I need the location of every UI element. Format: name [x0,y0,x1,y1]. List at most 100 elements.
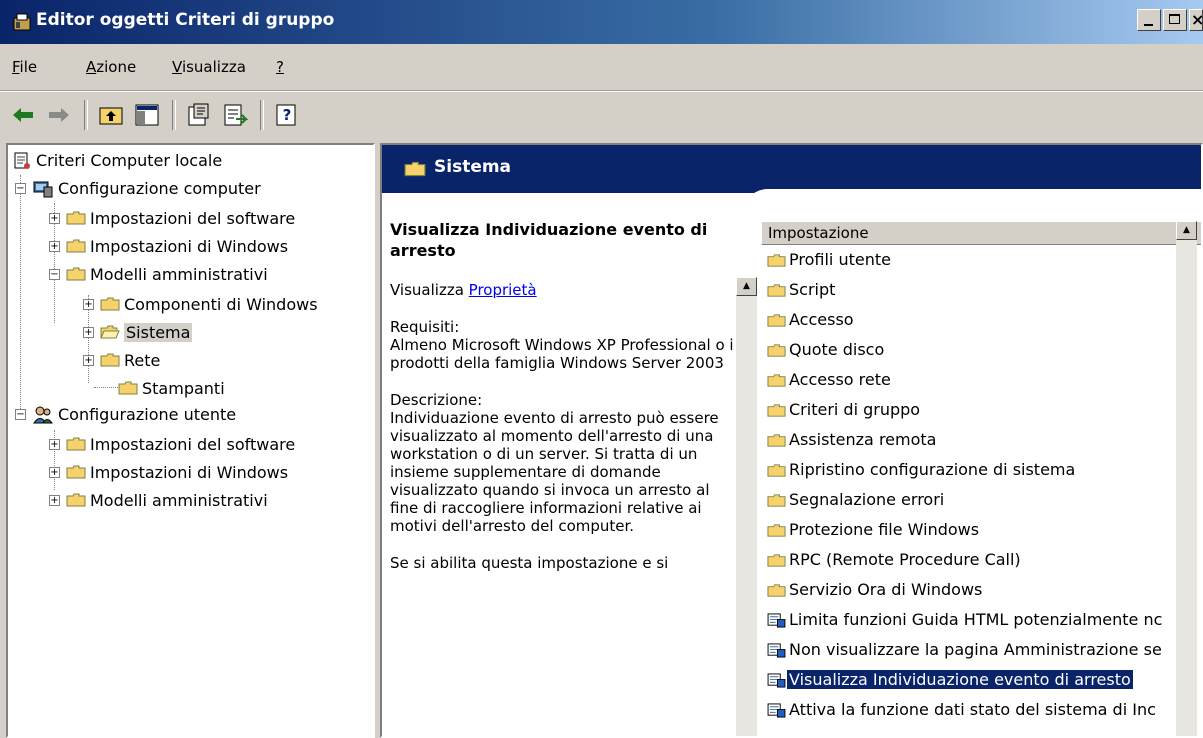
menu-help[interactable]: ? [276,58,284,76]
list-item-label: Protezione file Windows [789,520,980,539]
menu-visualizza[interactable]: Visualizza [172,58,246,76]
svg-text:?: ? [283,106,292,124]
show-hide-tree-icon[interactable] [134,102,160,128]
folder-icon [66,211,86,225]
policy-setting-icon [767,703,786,718]
list-scrollbar[interactable]: ▲ [1176,221,1197,736]
menu-file[interactable]: File [12,58,37,76]
list-item-label: Servizio Ora di Windows [789,580,983,599]
folder-icon [100,353,120,367]
expand-icon[interactable]: + [49,241,60,252]
list-item-label: Accesso rete [789,370,891,389]
folder-icon [66,465,86,479]
list-item-label: Script [789,280,836,299]
expand-icon[interactable]: + [49,439,60,450]
up-folder-icon[interactable] [98,102,124,128]
tree-c-system-label: Sistema [124,323,193,342]
requirements-label: Requisiti: [390,318,460,336]
description-title: Visualizza Individuazione evento di arre… [390,220,708,260]
folder-icon [767,494,786,507]
list-item-label: Ripristino configurazione di sistema [789,460,1076,479]
help-icon[interactable]: ? [274,102,300,128]
extended-description: Visualizza Individuazione evento di arre… [390,219,735,591]
computer-icon [33,181,53,198]
folder-icon [767,554,786,567]
details-header: Sistema [382,145,1201,193]
minimize-button[interactable] [1137,9,1161,31]
forward-arrow-icon[interactable] [46,102,72,128]
tree-c-windows-label: Impostazioni di Windows [90,237,289,256]
expand-icon[interactable]: + [49,213,60,224]
description-text: Individuazione evento di arresto può ess… [390,409,719,535]
minimize-icon [1144,24,1153,26]
tree-user-label: Configurazione utente [58,405,237,424]
expand-icon[interactable]: + [83,355,94,366]
collapse-icon[interactable]: − [15,183,26,194]
list-item-label: Quote disco [789,340,885,359]
folder-icon [767,434,786,447]
description-more-text: Se si abilita questa impostazione e si [390,554,669,572]
list-item-label: Assistenza remota [789,430,937,449]
folder-icon [404,161,426,177]
close-button[interactable]: × [1189,9,1203,31]
folder-icon [767,584,786,597]
show-text: Visualizza [390,281,469,299]
details-pane: Sistema Visualizza Individuazione evento… [380,143,1203,738]
list-item-label: Visualizza Individuazione evento di arre… [787,670,1133,689]
requirements-text: Almeno Microsoft Windows XP Professional… [390,336,734,372]
expand-icon[interactable]: + [49,495,60,506]
maximize-button[interactable] [1163,9,1187,31]
list-item-label: Criteri di gruppo [789,400,921,419]
scroll-up-arrow-icon[interactable]: ▲ [736,277,757,296]
console-tree: Criteri Computer locale − Configurazione… [6,143,375,738]
list-item-label: Limita funzioni Guida HTML potenzialment… [789,610,1163,629]
list-item-label: RPC (Remote Procedure Call) [789,550,1021,569]
list-item-label: Segnalazione errori [789,490,945,509]
description-label: Descrizione: [390,391,483,409]
maximize-icon [1169,14,1180,24]
description-scrollbar[interactable]: ▲ [736,277,757,736]
menu-azione[interactable]: Azione [86,58,136,76]
tree-c-network-label: Rete [124,351,161,370]
details-header-title: Sistema [434,157,512,177]
users-icon [33,406,53,424]
tree-c-components-label: Componenti di Windows [124,295,318,314]
menu-bar: File Azione Visualizza ? [0,44,1203,91]
tree-c-software-label: Impostazioni del software [90,209,296,228]
folder-icon [767,374,786,387]
window-title: Editor oggetti Criteri di gruppo [36,10,335,30]
collapse-icon[interactable]: − [15,409,26,420]
folder-icon [767,524,786,537]
folder-icon [66,493,86,507]
close-icon: × [1191,10,1203,29]
title-bar: Editor oggetti Criteri di gruppo × [0,0,1203,44]
group-policy-app-icon [13,13,31,31]
expand-icon[interactable]: + [83,299,94,310]
toolbar: ? [0,91,1203,140]
folder-icon [767,314,786,327]
open-folder-icon [100,325,120,339]
policy-scroll-icon [14,152,30,169]
settings-list: Impostazione Profili utente Script Accesso… [761,221,1201,736]
list-item-label: Non visualizzare la pagina Amministrazio… [789,640,1162,659]
expand-icon[interactable]: + [49,467,60,478]
list-item-label: Profili utente [789,250,891,269]
policy-setting-icon [767,643,786,658]
folder-icon [767,344,786,357]
scroll-up-arrow-icon[interactable]: ▲ [1176,221,1197,240]
properties-icon[interactable] [186,102,212,128]
folder-icon [100,297,120,311]
tree-u-windows-label: Impostazioni di Windows [90,463,289,482]
tree-computer-label: Configurazione computer [58,179,261,198]
back-arrow-icon[interactable] [10,102,36,128]
expand-icon[interactable]: + [83,327,94,338]
folder-icon [767,404,786,417]
collapse-icon[interactable]: − [49,269,60,280]
column-header-setting[interactable]: Impostazione [761,221,1201,245]
tree-u-admin-label: Modelli amministrativi [90,491,268,510]
folder-icon [767,284,786,297]
properties-link[interactable]: Proprietà [469,281,537,299]
export-list-icon[interactable] [222,102,248,128]
folder-icon [767,464,786,477]
folder-icon [66,239,86,253]
